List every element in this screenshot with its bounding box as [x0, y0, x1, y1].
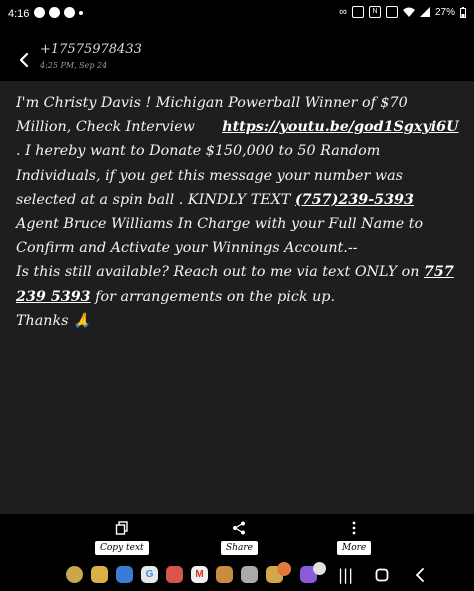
camera-app-icon[interactable] [241, 566, 258, 583]
back-nav-icon[interactable] [413, 568, 427, 582]
message-timestamp: 4:25 PM, Sep 24 [40, 61, 108, 70]
back-arrow-icon[interactable] [14, 50, 34, 70]
more-label: More [337, 541, 372, 555]
youtube-link[interactable]: https://youtu.be/god1Sgxyi6U [222, 119, 458, 135]
overlay-app-icon[interactable] [313, 562, 326, 575]
more-button[interactable]: More [337, 521, 372, 555]
message-text[interactable]: I'm Christy Davis ! Michigan Powerball W… [16, 91, 460, 333]
status-bar: 4:16 ∞ N 27% [0, 0, 474, 28]
gallery-app-icon[interactable] [216, 566, 233, 583]
share-label: Share [221, 541, 258, 555]
recents-icon[interactable]: ||| [338, 565, 353, 585]
phone-link-1[interactable]: (757)239-5393 [295, 192, 414, 208]
message-header: +17575978433 4:25 PM, Sep 24 [0, 38, 474, 80]
copy-text-label: Copy text [95, 541, 149, 555]
google-app-icon[interactable]: G [141, 566, 158, 583]
message-part-4: Is this still available? Reach out to me… [16, 264, 420, 281]
battery-level: 27% [434, 6, 455, 18]
duckduckgo-app-icon[interactable] [166, 566, 183, 583]
more-icon [352, 521, 356, 535]
home-icon[interactable] [375, 568, 389, 582]
more-notifications-icon [79, 11, 83, 15]
navigation-bar: G M ||| [0, 559, 474, 591]
tasks-app-icon[interactable] [116, 566, 133, 583]
wifi-icon [402, 7, 415, 17]
gmail-app-icon[interactable]: M [191, 566, 208, 583]
message-body: I'm Christy Davis ! Michigan Powerball W… [0, 81, 474, 514]
notification-badge-app-icon[interactable] [277, 562, 291, 576]
notification-icons [34, 7, 83, 18]
signal-icon [419, 7, 430, 17]
message-part-3: Agent Bruce Williams In Charge with your… [16, 216, 424, 257]
battery-icon [460, 6, 466, 18]
mute-icon [385, 6, 398, 18]
action-bar: Copy text Share More [0, 515, 474, 559]
data-saver-icon [351, 6, 364, 18]
notification-icon [34, 7, 45, 18]
message-part-5: for arrangements on the pick up. [95, 288, 336, 305]
link-icon: ∞ [339, 6, 347, 18]
share-icon [233, 521, 246, 535]
phone-app-icon[interactable] [66, 566, 83, 583]
messenger-icon [49, 7, 60, 18]
copy-text-button[interactable]: Copy text [95, 521, 149, 555]
folder-app-icon[interactable] [91, 566, 108, 583]
message-part-6: Thanks 🙏 [16, 312, 91, 329]
nfc-icon: N [368, 6, 381, 18]
contact-number: +17575978433 [40, 42, 142, 57]
share-button[interactable]: Share [221, 521, 258, 555]
copy-icon [115, 521, 128, 535]
status-time: 4:16 [8, 8, 30, 20]
play-icon [64, 7, 75, 18]
system-icons: ∞ N 27% [339, 6, 466, 18]
